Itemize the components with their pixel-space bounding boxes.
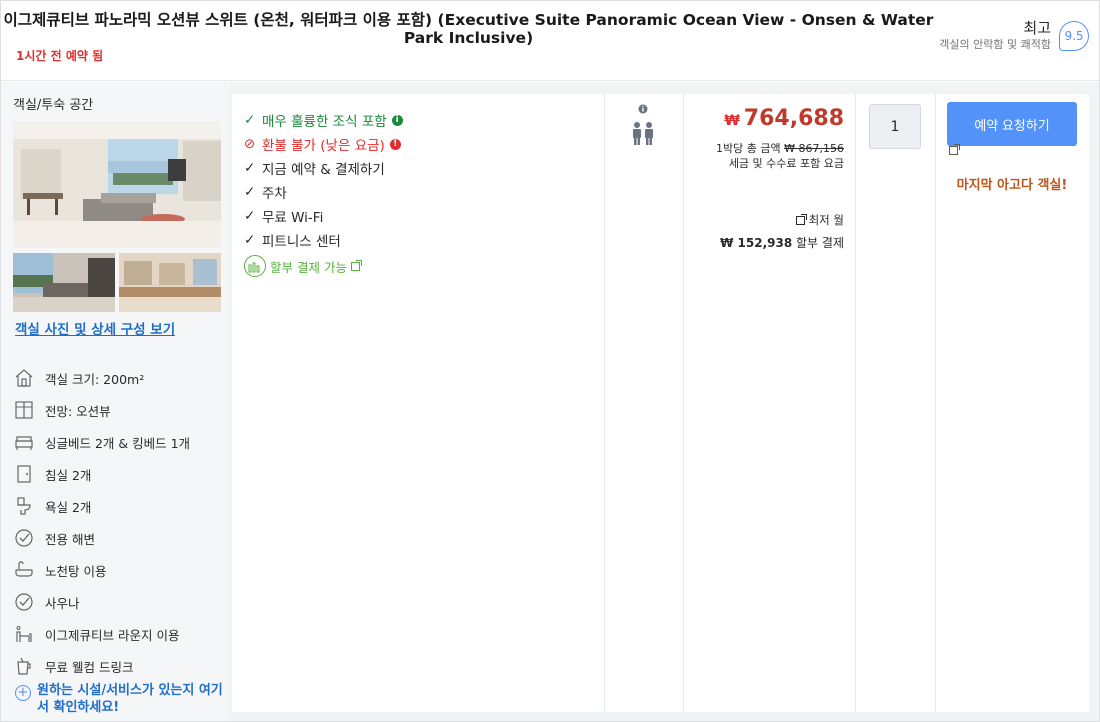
last-room-notice: 마지막 아고다 객실! [956, 178, 1068, 193]
rating-score-badge: 9.5 [1059, 21, 1089, 51]
installment-price: ₩ 152,938 할부 결제 [720, 234, 844, 251]
installment-option[interactable]: 할부 결제 가능 [244, 255, 599, 277]
benefit-breakfast: ✓ 매우 훌륭한 조식 포함 i [244, 108, 599, 132]
installment-suffix: 할부 결제 [796, 236, 844, 250]
price-display: ₩ 764,688 [724, 106, 844, 131]
room-main-photo[interactable] [13, 121, 221, 248]
amenity-label: 싱글베드 2개 & 킹베드 1개 [45, 435, 191, 451]
benefit-nonrefundable: ⊘ 환불 불가 (낮은 요금) ! [244, 132, 599, 156]
benefits-list: ✓ 매우 훌륭한 조식 포함 i ⊘ 환불 불가 (낮은 요금) ! ✓ 지금 … [244, 108, 599, 277]
amenity-item: 객실 크기: 200m² [13, 362, 223, 394]
door-icon [13, 463, 35, 485]
info-icon[interactable]: i [391, 114, 403, 126]
amenity-item: 사우나 [13, 586, 223, 618]
amenity-label: 전용 해변 [45, 531, 95, 547]
lowest-monthly-label: 최저 월 [808, 213, 844, 227]
check-circle-icon [13, 591, 35, 613]
amenity-item: 이그제큐티브 라운지 이용 [13, 618, 223, 650]
plus-icon: + [15, 685, 31, 701]
amenity-label: 노천탕 이용 [45, 563, 107, 579]
amenity-label: 사우나 [45, 595, 80, 611]
amenity-item: 전망: 오션뷰 [13, 394, 223, 426]
currency-symbol: ₩ [724, 113, 740, 129]
check-circle-icon [13, 527, 35, 549]
benefit-label: 환불 불가 (낮은 요금) [262, 138, 385, 154]
per-night-label: 1박당 총 금액 [716, 142, 781, 155]
info-icon[interactable]: ! [389, 138, 401, 150]
check-icon: ✓ [244, 160, 256, 176]
room-info-panel: 객실/투숙 공간 객실 사진 및 상세 구성 보기 객실 크기: 200m² 전… [1, 82, 230, 721]
room-title-line1: 이그제큐티브 파노라믹 오션뷰 스위트 (온천, 워터파크 이용 포함) (Ex… [3, 11, 934, 29]
offer-row: ✓ 매우 훌륭한 조식 포함 i ⊘ 환불 불가 (낮은 요금) ! ✓ 지금 … [232, 94, 1089, 712]
room-quantity-select[interactable]: 1 [869, 104, 921, 149]
amenity-search-label: 원하는 시설/서비스가 있는지 여기서 확인하세요! [37, 683, 223, 715]
column-divider [855, 94, 856, 712]
benefit-label: 피트니스 센터 [262, 234, 341, 250]
original-price: ₩ 867,156 [784, 142, 844, 155]
external-link-icon [795, 213, 807, 225]
installment-icon [244, 255, 266, 277]
bathtub-icon [13, 559, 35, 581]
amenity-label: 무료 웰컴 드링크 [45, 659, 134, 675]
lounge-icon [13, 623, 35, 645]
toilet-icon [13, 495, 35, 517]
amenity-label: 침실 2개 [45, 467, 92, 483]
book-request-button[interactable]: 예약 요청하기 [947, 102, 1077, 146]
benefit-label: 주차 [262, 186, 287, 202]
room-title: 이그제큐티브 파노라믹 오션뷰 스위트 (온천, 워터파크 이용 포함) (Ex… [1, 11, 936, 47]
amenity-item: 전용 해변 [13, 522, 223, 554]
benefit-item: ✓ 피트니스 센터 [244, 228, 599, 252]
amenity-label: 객실 크기: 200m² [45, 371, 145, 387]
check-icon: ✓ [244, 208, 256, 224]
room-thumbnail-1[interactable] [13, 253, 115, 312]
check-icon: ✓ [244, 232, 256, 248]
amenity-item: 싱글베드 2개 & 킹베드 1개 [13, 426, 223, 458]
amenity-search-link[interactable]: + 원하는 시설/서비스가 있는지 여기서 확인하세요! [15, 682, 225, 716]
amenity-label: 욕실 2개 [45, 499, 92, 515]
price-column: ₩ 764,688 1박당 총 금액 ₩ 867,156 세금 및 수수료 포함… [684, 94, 854, 712]
installment-amount: ₩ 152,938 [720, 236, 793, 250]
amenity-label: 전망: 오션뷰 [45, 403, 111, 419]
prohibited-icon: ⊘ [244, 136, 256, 152]
drink-icon [13, 655, 35, 677]
price-amount: 764,688 [743, 106, 844, 131]
benefit-item: ✓ 무료 Wi-Fi [244, 204, 599, 228]
check-icon: ✓ [244, 184, 256, 200]
tax-note: 세금 및 수수료 포함 요금 [728, 157, 844, 170]
room-header: 이그제큐티브 파노라믹 오션뷰 스위트 (온천, 워터파크 이용 포함) (Ex… [1, 1, 1099, 81]
benefit-label: 지금 예약 & 결제하기 [262, 162, 385, 178]
benefit-label: 무료 Wi-Fi [262, 210, 324, 226]
amenity-item: 노천탕 이용 [13, 554, 223, 586]
room-photos-link[interactable]: 객실 사진 및 상세 구성 보기 [15, 318, 175, 338]
external-link-icon [350, 259, 362, 271]
installment-label: 할부 결제 가능 [270, 259, 347, 275]
column-divider [604, 94, 605, 712]
rating-category: 객실의 안락함 및 쾌적함 [939, 38, 1051, 51]
room-title-line2: Park Inclusive) [403, 29, 534, 47]
room-size-icon [13, 367, 35, 389]
check-icon: ✓ [244, 112, 256, 128]
benefit-label: 매우 훌륭한 조식 포함 [262, 114, 387, 130]
per-night-price: 1박당 총 금액 ₩ 867,156 [716, 140, 844, 156]
amenity-item: 욕실 2개 [13, 490, 223, 522]
lowest-monthly-link[interactable]: 최저 월 [795, 212, 844, 228]
room-thumbnail-2[interactable] [119, 253, 221, 312]
occupancy-column [632, 104, 656, 152]
amenity-item: 무료 웰컴 드링크 [13, 650, 223, 682]
room-section-title: 객실/투숙 공간 [13, 98, 94, 113]
rating-label: 최고 [1023, 19, 1051, 37]
amenity-list: 객실 크기: 200m² 전망: 오션뷰 싱글베드 2개 & 킹베드 1개 침실… [13, 362, 223, 682]
window-view-icon [13, 399, 35, 421]
bed-icon [13, 431, 35, 453]
benefit-item: ✓ 주차 [244, 180, 599, 204]
amenity-item: 침실 2개 [13, 458, 223, 490]
external-link-icon [949, 144, 960, 155]
amenity-label: 이그제큐티브 라운지 이용 [45, 627, 180, 643]
recent-booking-notice: 1시간 전 예약 됨 [16, 49, 104, 63]
benefit-item: ✓ 지금 예약 & 결제하기 [244, 156, 599, 180]
